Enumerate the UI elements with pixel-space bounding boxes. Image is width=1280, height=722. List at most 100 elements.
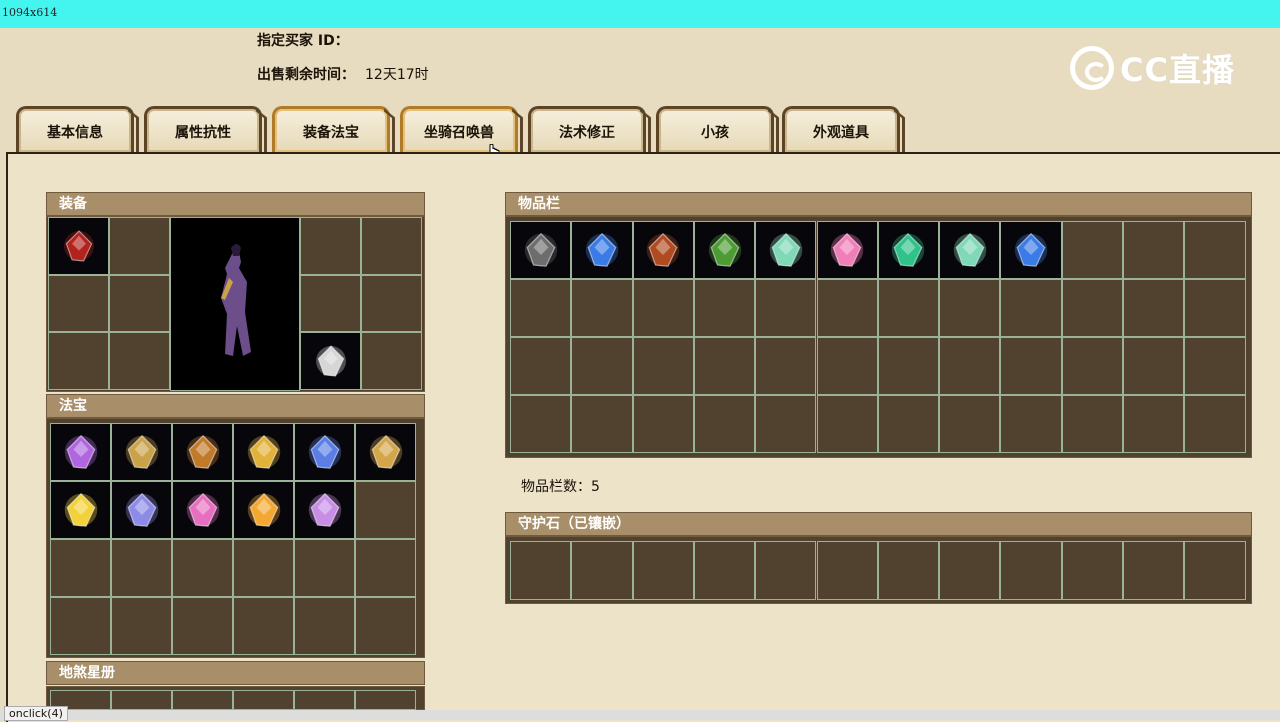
star-book-slot[interactable] bbox=[172, 690, 233, 710]
inventory-slot[interactable] bbox=[1061, 279, 1123, 337]
treasure-slot[interactable] bbox=[233, 481, 294, 539]
star-book-slot[interactable] bbox=[233, 690, 294, 710]
treasure-slot[interactable] bbox=[355, 597, 416, 655]
guard-stone-slot[interactable] bbox=[877, 541, 940, 600]
treasure-slot[interactable] bbox=[294, 481, 355, 539]
treasure-slot[interactable] bbox=[111, 539, 172, 597]
inventory-slot[interactable] bbox=[693, 279, 756, 337]
inventory-slot[interactable] bbox=[510, 221, 572, 279]
guard-stone-slot[interactable] bbox=[816, 541, 878, 600]
equipment-slot[interactable] bbox=[361, 217, 422, 275]
inventory-slot[interactable] bbox=[877, 279, 940, 337]
tab-appearance-items[interactable]: 外观道具 bbox=[782, 106, 900, 152]
guard-stone-slot[interactable] bbox=[1123, 541, 1185, 600]
inventory-slot[interactable] bbox=[1184, 337, 1246, 395]
inventory-slot[interactable] bbox=[1061, 221, 1123, 279]
star-book-slot[interactable] bbox=[355, 690, 416, 710]
inventory-slot[interactable] bbox=[1123, 221, 1185, 279]
equipment-slot[interactable] bbox=[361, 274, 422, 332]
tab-basic-info[interactable]: 基本信息 bbox=[16, 106, 134, 152]
inventory-slot[interactable] bbox=[755, 221, 817, 279]
inventory-slot[interactable] bbox=[693, 337, 756, 395]
equipment-slot[interactable] bbox=[361, 332, 422, 390]
equipment-slot[interactable] bbox=[300, 332, 361, 390]
inventory-slot[interactable] bbox=[877, 395, 940, 453]
treasure-slot[interactable] bbox=[233, 423, 294, 481]
inventory-slot[interactable] bbox=[1123, 279, 1185, 337]
treasure-slot[interactable] bbox=[355, 481, 416, 539]
inventory-slot[interactable] bbox=[632, 337, 694, 395]
tab-child[interactable]: 小孩 bbox=[656, 106, 774, 152]
guard-stone-slot[interactable] bbox=[1000, 541, 1062, 600]
inventory-slot[interactable] bbox=[1184, 221, 1246, 279]
inventory-slot[interactable] bbox=[1000, 221, 1062, 279]
tab-attribute-resistance[interactable]: 属性抗性 bbox=[144, 106, 262, 152]
treasure-slot[interactable] bbox=[233, 539, 294, 597]
inventory-slot[interactable] bbox=[632, 279, 694, 337]
inventory-slot[interactable] bbox=[755, 279, 817, 337]
equipment-slot[interactable] bbox=[109, 217, 170, 275]
guard-stone-slot[interactable] bbox=[755, 541, 817, 600]
inventory-slot[interactable] bbox=[1061, 337, 1123, 395]
treasure-slot[interactable] bbox=[294, 423, 355, 481]
equipment-slot[interactable] bbox=[48, 332, 109, 390]
equipment-slot[interactable] bbox=[48, 217, 109, 275]
inventory-slot[interactable] bbox=[693, 395, 756, 453]
tab-spell-correction[interactable]: 法术修正 bbox=[528, 106, 646, 152]
inventory-slot[interactable] bbox=[510, 279, 572, 337]
treasure-slot[interactable] bbox=[294, 539, 355, 597]
equipment-slot[interactable] bbox=[300, 217, 361, 275]
inventory-slot[interactable] bbox=[939, 395, 1001, 453]
treasure-slot[interactable] bbox=[50, 481, 111, 539]
tab-mount-summon[interactable]: 坐骑召唤兽 bbox=[400, 106, 518, 152]
guard-stone-slot[interactable] bbox=[1061, 541, 1123, 600]
equipment-slot[interactable] bbox=[48, 274, 109, 332]
inventory-slot[interactable] bbox=[939, 337, 1001, 395]
guard-stone-slot[interactable] bbox=[939, 541, 1001, 600]
inventory-slot[interactable] bbox=[571, 221, 633, 279]
inventory-slot[interactable] bbox=[1184, 279, 1246, 337]
treasure-slot[interactable] bbox=[111, 597, 172, 655]
treasure-slot[interactable] bbox=[172, 539, 233, 597]
inventory-slot[interactable] bbox=[1061, 395, 1123, 453]
tab-equipment-treasure[interactable]: 装备法宝 bbox=[272, 106, 390, 152]
inventory-slot[interactable] bbox=[939, 279, 1001, 337]
inventory-slot[interactable] bbox=[510, 395, 572, 453]
inventory-slot[interactable] bbox=[816, 279, 878, 337]
treasure-slot[interactable] bbox=[355, 423, 416, 481]
inventory-slot[interactable] bbox=[632, 221, 694, 279]
treasure-slot[interactable] bbox=[172, 481, 233, 539]
inventory-slot[interactable] bbox=[1184, 395, 1246, 453]
treasure-slot[interactable] bbox=[355, 539, 416, 597]
inventory-slot[interactable] bbox=[755, 395, 817, 453]
inventory-slot[interactable] bbox=[1123, 337, 1185, 395]
inventory-slot[interactable] bbox=[939, 221, 1001, 279]
treasure-slot[interactable] bbox=[111, 481, 172, 539]
equipment-slot[interactable] bbox=[300, 274, 361, 332]
inventory-slot[interactable] bbox=[877, 221, 940, 279]
guard-stone-slot[interactable] bbox=[571, 541, 633, 600]
inventory-slot[interactable] bbox=[510, 337, 572, 395]
star-book-slot[interactable] bbox=[294, 690, 355, 710]
inventory-slot[interactable] bbox=[755, 337, 817, 395]
treasure-slot[interactable] bbox=[233, 597, 294, 655]
inventory-slot[interactable] bbox=[816, 221, 878, 279]
inventory-slot[interactable] bbox=[693, 221, 756, 279]
inventory-slot[interactable] bbox=[632, 395, 694, 453]
guard-stone-slot[interactable] bbox=[510, 541, 572, 600]
treasure-slot[interactable] bbox=[172, 423, 233, 481]
treasure-slot[interactable] bbox=[50, 423, 111, 481]
inventory-slot[interactable] bbox=[1000, 279, 1062, 337]
treasure-slot[interactable] bbox=[50, 539, 111, 597]
equipment-slot[interactable] bbox=[109, 332, 170, 390]
equipment-slot[interactable] bbox=[109, 274, 170, 332]
treasure-slot[interactable] bbox=[172, 597, 233, 655]
inventory-slot[interactable] bbox=[1123, 395, 1185, 453]
inventory-slot[interactable] bbox=[877, 337, 940, 395]
guard-stone-slot[interactable] bbox=[632, 541, 694, 600]
star-book-slot[interactable] bbox=[111, 690, 172, 710]
inventory-slot[interactable] bbox=[571, 337, 633, 395]
inventory-slot[interactable] bbox=[571, 395, 633, 453]
inventory-slot[interactable] bbox=[571, 279, 633, 337]
inventory-slot[interactable] bbox=[1000, 395, 1062, 453]
